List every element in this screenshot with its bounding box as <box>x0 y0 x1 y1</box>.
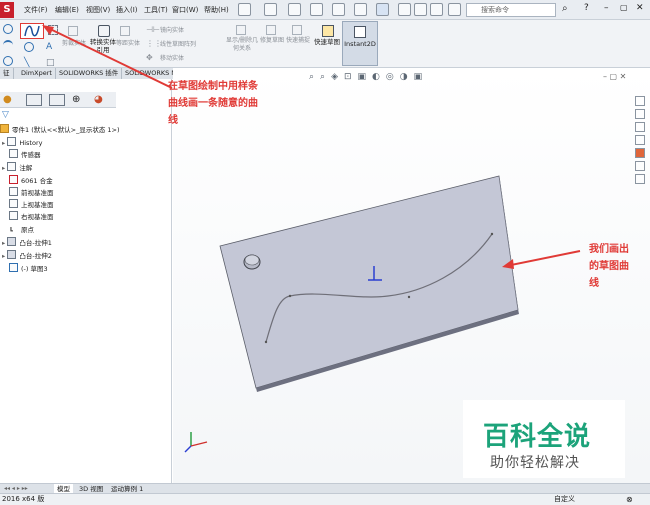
status-bar: 2016 x64 版 自定义 ⊗ <box>0 493 650 505</box>
instant2d-button[interactable]: Instant2D <box>342 21 378 66</box>
tree-label: 注解 <box>19 164 33 172</box>
tree-label: 右视基准面 <box>21 213 54 221</box>
tree-item-sketch3[interactable]: (-) 草图3 <box>9 263 48 275</box>
annotation-arrow-right <box>505 250 581 267</box>
tree-item-boss-extrude2[interactable]: ▸ 凸台-拉伸2 <box>2 250 52 262</box>
new-document-icon[interactable] <box>264 3 277 16</box>
annotation-text-spline: 在草图绘制中用样条 曲线画一条随意的曲 线 <box>168 78 258 129</box>
tree-label: 6061 合金 <box>21 177 53 185</box>
tree-item-boss-extrude1[interactable]: ▸ 凸台-拉伸1 <box>2 237 52 249</box>
arrow-head <box>42 25 54 35</box>
status-help-icon[interactable]: ⊗ <box>626 494 633 505</box>
pin-icon[interactable] <box>238 3 251 16</box>
tree-item-top-plane[interactable]: 上视基准面 <box>9 199 54 211</box>
plane-icon <box>9 187 18 196</box>
watermark-subtitle: 助你轻松解决 <box>490 455 580 471</box>
tree-root-label: 零件1 (默认<<默认>_显示状态 1>) <box>12 126 120 134</box>
file-properties-icon[interactable] <box>414 3 427 16</box>
tree-label: (-) 草图3 <box>21 265 48 273</box>
spline-point[interactable] <box>490 232 494 236</box>
annotation-line: 曲线画一条随意的曲 <box>168 98 258 109</box>
open-icon[interactable] <box>288 3 301 16</box>
arrow-line <box>45 26 173 89</box>
triad-z-icon <box>184 445 192 453</box>
tree-item-material[interactable]: 6061 合金 <box>9 175 53 187</box>
annotation-line: 我们画出 <box>589 244 629 255</box>
sensor-icon <box>9 149 18 158</box>
search-input[interactable]: 搜索命令 <box>466 3 556 17</box>
tree-label: 上视基准面 <box>21 201 54 209</box>
annotation-icon <box>7 162 17 171</box>
tree-item-front-plane[interactable]: 前视基准面 <box>9 187 54 199</box>
close-icon[interactable]: ✕ <box>636 3 649 16</box>
tree-label: 凸台-拉伸2 <box>19 252 52 260</box>
repair-sketch-icon <box>266 25 276 35</box>
part-icon <box>0 124 9 133</box>
rebuild-icon[interactable] <box>398 3 411 16</box>
rapid-sketch-button[interactable]: 快速草图 <box>313 38 341 46</box>
tree-item-annotations[interactable]: ▸ 注解 <box>2 162 32 174</box>
quick-snaps-label[interactable]: 快速捕捉 <box>286 37 310 45</box>
annotation-line: 线 <box>168 115 178 126</box>
watermark: 百科全说 助你轻松解决 <box>463 400 625 478</box>
annotation-text-curve: 我们画出 的草图曲 线 <box>589 241 629 292</box>
spline-point[interactable] <box>407 295 411 299</box>
select-icon[interactable] <box>376 3 389 16</box>
repair-sketch-label[interactable]: 修复草图 <box>260 37 284 45</box>
status-version: 2016 x64 版 <box>2 495 45 503</box>
spline-point[interactable] <box>288 294 292 298</box>
instant2d-icon <box>354 26 366 38</box>
tree-label: History <box>19 139 43 147</box>
history-icon <box>7 137 17 146</box>
print-icon[interactable] <box>332 3 345 16</box>
annotation-line: 在草图绘制中用样条 <box>168 81 258 92</box>
annotation-line: 的草图曲 <box>589 261 629 272</box>
undo-icon[interactable] <box>354 3 367 16</box>
expand-icon[interactable] <box>448 3 461 16</box>
options-icon[interactable] <box>430 3 443 16</box>
extrude-icon <box>7 250 17 259</box>
tree-item-right-plane[interactable]: 右视基准面 <box>9 211 54 223</box>
extrude-icon <box>7 237 17 246</box>
tree-label: 前视基准面 <box>21 189 54 197</box>
rapid-sketch-icon <box>322 25 334 37</box>
tree-item-origin[interactable]: ┗ 原点 <box>9 224 34 236</box>
material-icon <box>9 175 18 184</box>
tree-root[interactable]: 零件1 (默认<<默认>_显示状态 1>) <box>0 124 120 136</box>
tree-label: 传感器 <box>21 151 41 159</box>
boss-top <box>244 254 260 266</box>
instant2d-label: Instant2D <box>344 40 376 48</box>
help-icon[interactable]: ? <box>584 3 597 16</box>
save-icon[interactable] <box>310 3 323 16</box>
origin-icon: ┗ <box>9 227 13 235</box>
display-delete-relations-label[interactable]: 显示/删除几何关系 <box>224 37 260 53</box>
search-icon[interactable]: ⌕ <box>562 3 575 16</box>
relations-icon <box>236 25 246 35</box>
plane-icon <box>9 199 18 208</box>
sketch-icon <box>9 263 18 272</box>
restore-icon[interactable]: ▢ <box>620 3 633 16</box>
tree-item-sensors[interactable]: 传感器 <box>9 149 41 161</box>
status-customize[interactable]: 自定义 <box>554 494 575 505</box>
spline-point[interactable] <box>264 340 268 344</box>
tree-item-history[interactable]: ▸ History <box>2 137 42 149</box>
tab-scroll-arrows[interactable]: ◂◂ ◂ ▸ ▸▸ <box>4 485 28 492</box>
bottom-tabs: ◂◂ ◂ ▸ ▸▸ 模型 3D 视图 运动算例 1 <box>0 483 650 494</box>
triad-x-icon <box>190 441 208 447</box>
minimize-icon[interactable]: – <box>604 3 617 16</box>
watermark-title: 百科全说 <box>483 422 592 452</box>
tree-label: 凸台-拉伸1 <box>19 239 52 247</box>
quick-snaps-icon <box>292 25 302 35</box>
annotation-line: 线 <box>589 278 599 289</box>
plane-icon <box>9 211 18 220</box>
tree-label: 原点 <box>21 226 34 234</box>
